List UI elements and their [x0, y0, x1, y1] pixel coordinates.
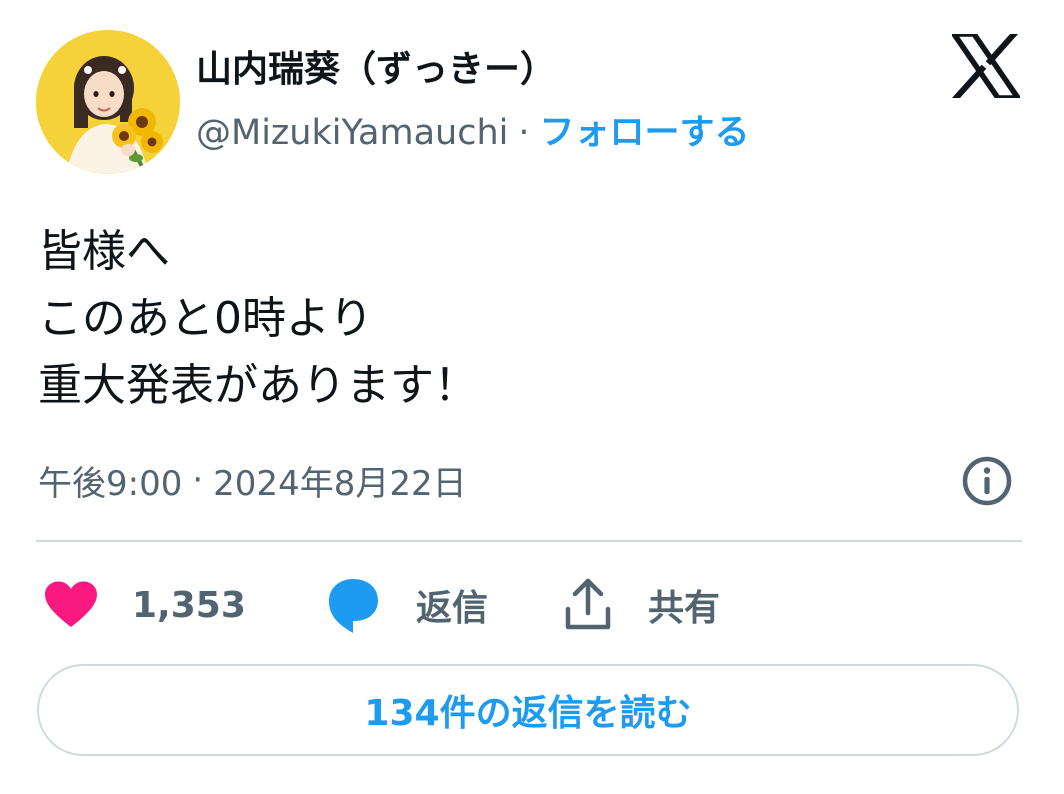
like-count: 1,353 [132, 584, 246, 626]
author-handle[interactable]: @MizukiYamauchi [196, 108, 508, 158]
like-button[interactable]: 1,353 [44, 570, 246, 640]
reply-label: 返信 [416, 588, 489, 629]
reply-button[interactable]: 返信 [326, 570, 488, 640]
divider [36, 540, 1022, 542]
tweet-line: 皆様へ [38, 226, 170, 277]
x-logo-icon[interactable] [948, 29, 1024, 103]
embedded-tweet-card: 山内瑞葵（ずっきー） @MizukiYamauchi · フォローする 皆様へ … [0, 0, 1064, 794]
tweet-time: 午後9:00 [38, 463, 183, 504]
share-label: 共有 [648, 588, 721, 629]
share-button[interactable]: 共有 [564, 570, 720, 640]
tweet-text: 皆様へ このあと0時より 重大発表があります！ [38, 218, 998, 419]
read-replies-button[interactable]: 134件の返信を読む [37, 664, 1019, 756]
reply-bubble-icon [328, 579, 378, 633]
avatar[interactable] [36, 30, 180, 174]
tweet-line: 重大発表があります！ [38, 360, 478, 411]
info-icon[interactable] [960, 454, 1014, 508]
tweet-line: このあと0時より [38, 293, 374, 344]
author-display-name[interactable]: 山内瑞葵（ずっきー） [196, 46, 556, 94]
handle-separator: · [518, 113, 530, 153]
tweet-actions: 1,353 返信 共有 [36, 570, 1026, 640]
heart-icon [45, 581, 97, 627]
tweet-date: 2024年8月22日 [213, 463, 467, 504]
tweet-timestamp[interactable]: 午後9:00 · 2024年8月22日 [38, 452, 467, 508]
timestamp-separator: · [192, 460, 204, 500]
follow-button[interactable]: フォローする [540, 108, 750, 158]
avatar-photo [36, 30, 180, 174]
share-upload-icon [565, 578, 611, 630]
author-handle-row: @MizukiYamauchi · フォローする [196, 108, 750, 158]
read-replies-label: 134件の返信を読む [364, 693, 692, 734]
